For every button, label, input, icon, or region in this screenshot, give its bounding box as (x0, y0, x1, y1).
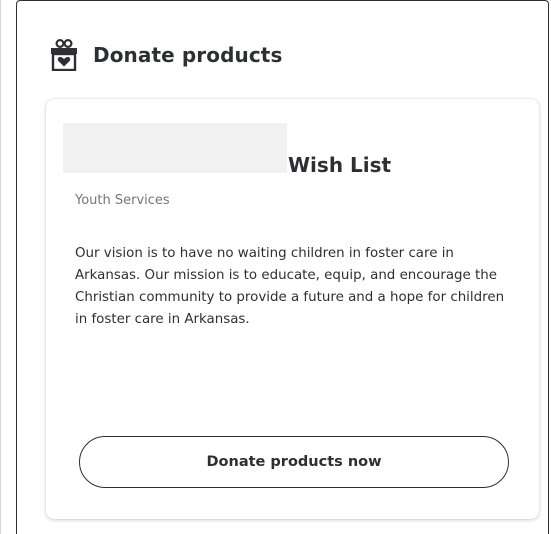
gift-icon (50, 38, 78, 72)
wish-list-title: Wish List (288, 153, 392, 177)
donate-products-now-button[interactable]: Donate products now (79, 436, 509, 488)
section-header: Donate products (50, 37, 282, 73)
section-title: Donate products (93, 43, 283, 67)
wish-list-card: Wish List Youth Services Our vision is t… (46, 99, 539, 519)
organization-description: Our vision is to have no waiting childre… (75, 246, 505, 327)
redacted-organization-name (63, 123, 287, 173)
organization-category: Youth Services (75, 193, 170, 208)
donate-products-panel: Donate products Wish List Youth Services… (16, 0, 549, 534)
